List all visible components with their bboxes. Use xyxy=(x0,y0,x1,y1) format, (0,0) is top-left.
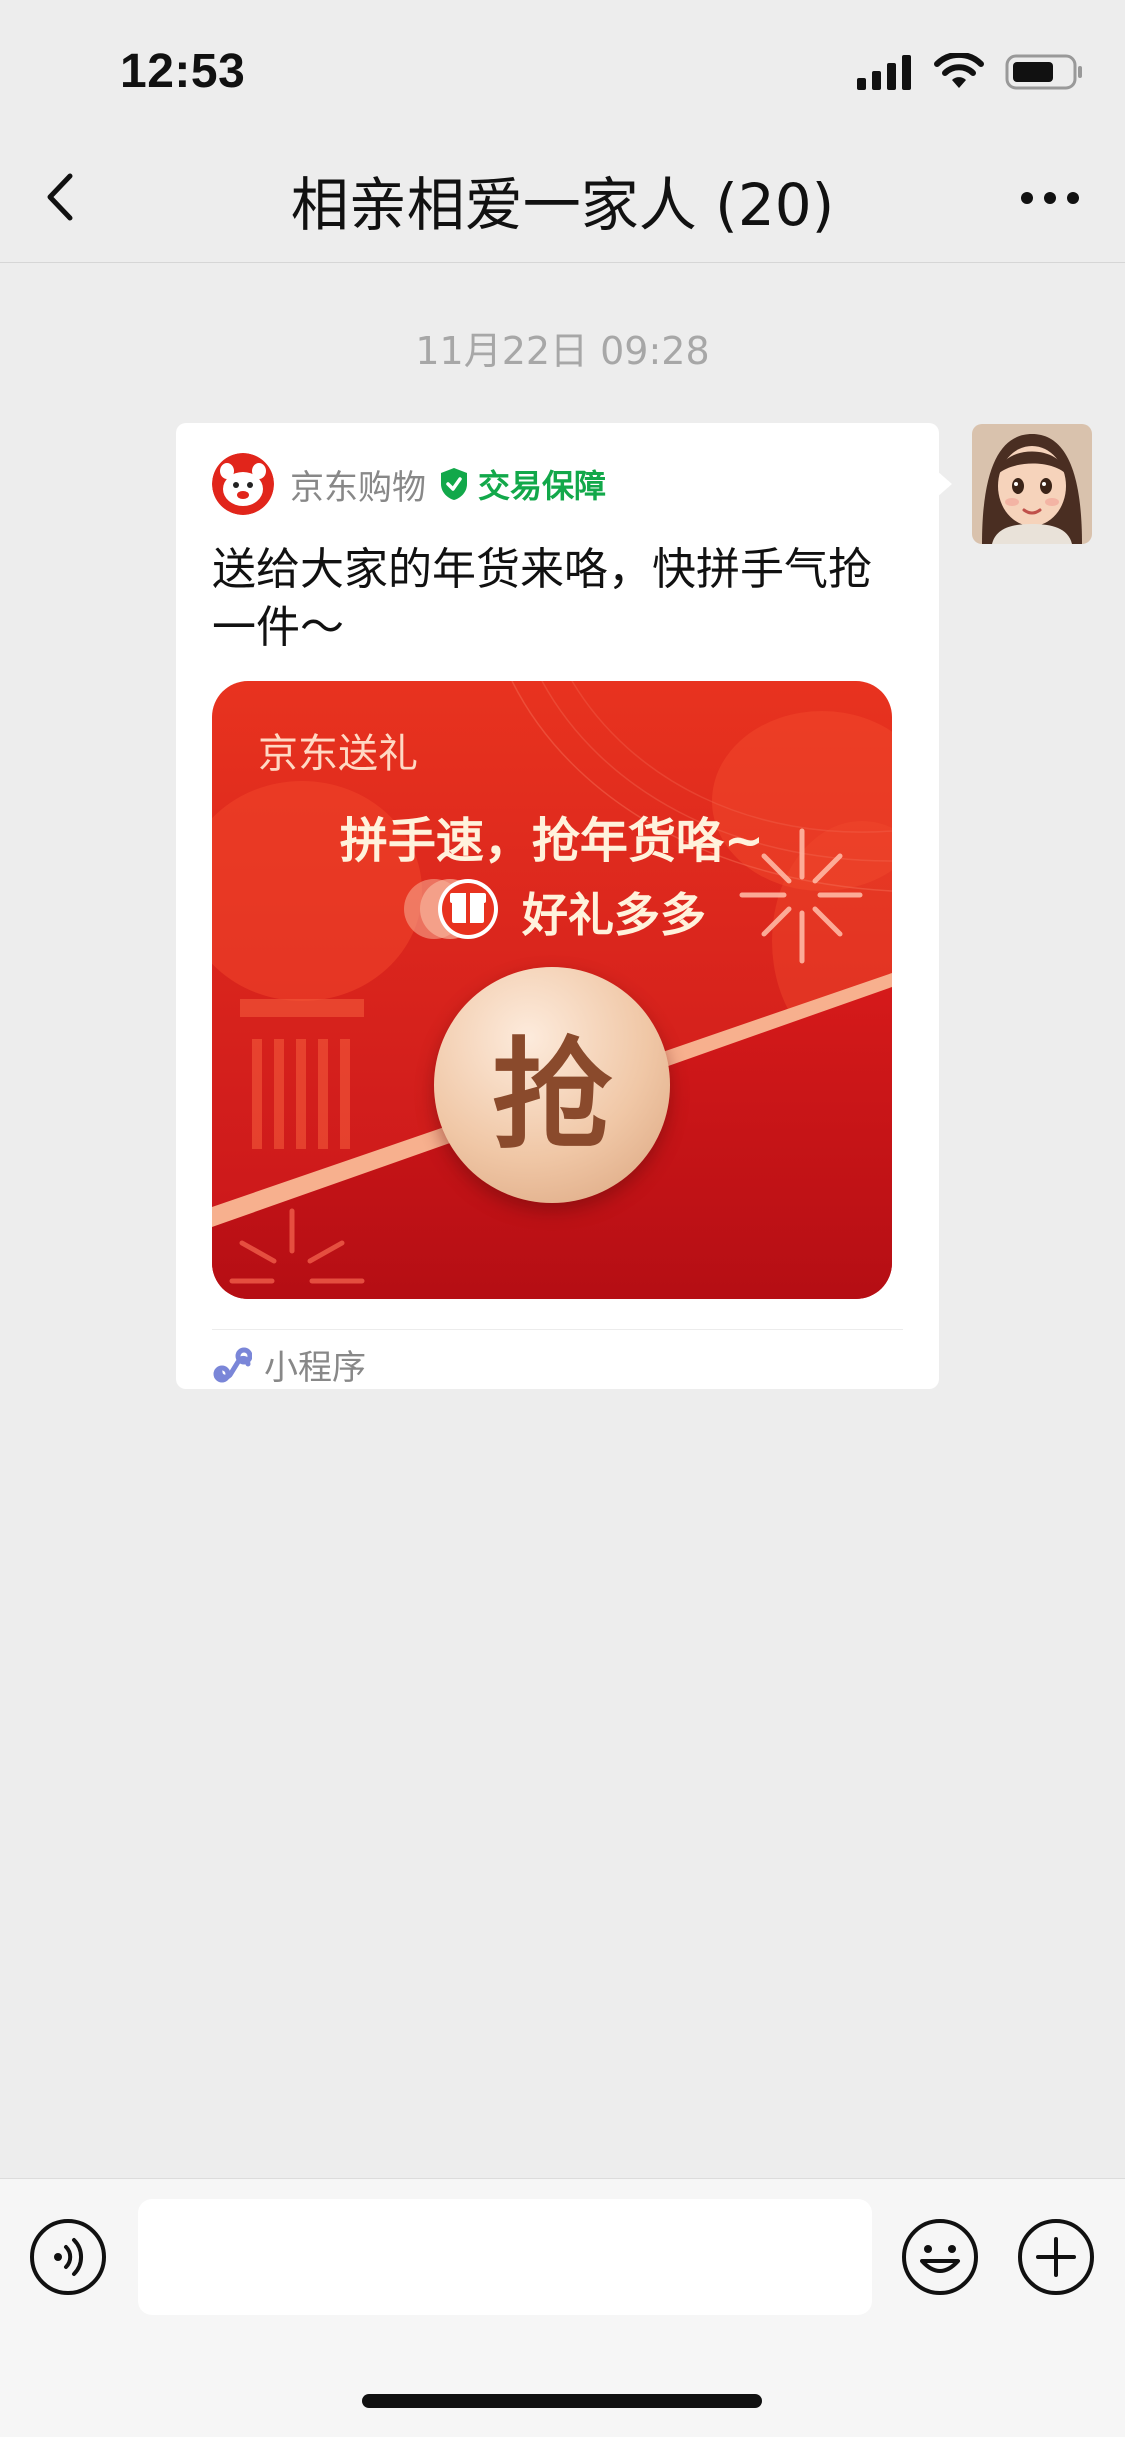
voice-icon xyxy=(30,2219,106,2295)
avatar-portrait-icon xyxy=(972,424,1092,544)
mini-program-label: 小程序 xyxy=(264,1347,366,1388)
promo-subline: 好礼多多 xyxy=(522,888,706,942)
verified-label: 交易保障 xyxy=(478,467,607,505)
status-time: 12:53 xyxy=(120,45,246,98)
plus-icon xyxy=(1018,2219,1094,2295)
app-name: 京东购物 xyxy=(290,467,426,508)
jd-logo-icon xyxy=(212,453,274,515)
mini-program-card[interactable]: 京东购物 交易保障 送给大家的年货来咯，快拼手气抢一件～ 京东送礼 拼手速，抢年… xyxy=(176,423,939,1389)
promo-image[interactable]: 京东送礼 拼手速，抢年货咯~ 好礼多多 抢 xyxy=(212,681,892,1299)
smiley-icon xyxy=(902,2219,978,2295)
message-input[interactable] xyxy=(138,2199,872,2315)
grab-button-label: 抢 xyxy=(492,1027,612,1166)
grab-button[interactable]: 抢 xyxy=(434,967,670,1203)
chat-title: 相亲相爱一家人 (20) xyxy=(290,171,835,239)
mini-program-icon xyxy=(213,1347,252,1383)
promo-brand: 京东送礼 xyxy=(258,731,418,777)
home-indicator[interactable] xyxy=(362,2394,762,2408)
status-bar: 12:53 xyxy=(0,0,1125,132)
card-divider xyxy=(212,1329,903,1330)
shield-check-icon xyxy=(441,468,467,500)
card-message: 送给大家的年货来咯，快拼手气抢一件～ xyxy=(212,544,872,653)
status-icons xyxy=(855,52,1085,92)
card-footer: 小程序 xyxy=(212,1339,366,1389)
message-timestamp: 11月22日 09:28 xyxy=(415,329,710,373)
promo-headline: 拼手速，抢年货咯~ xyxy=(339,813,765,869)
card-header: 京东购物 交易保障 xyxy=(212,449,606,519)
battery-icon xyxy=(1005,54,1082,90)
more-options-button[interactable] xyxy=(1005,162,1095,232)
avatar[interactable] xyxy=(972,424,1092,544)
emoji-button[interactable] xyxy=(900,2217,980,2297)
more-dots-icon xyxy=(1021,192,1079,204)
wifi-icon xyxy=(934,53,984,88)
voice-input-button[interactable] xyxy=(28,2217,108,2297)
nav-bar: 相亲相爱一家人 (20) xyxy=(0,132,1125,263)
cellular-signal-icon xyxy=(857,55,911,90)
more-actions-button[interactable] xyxy=(1016,2217,1096,2297)
